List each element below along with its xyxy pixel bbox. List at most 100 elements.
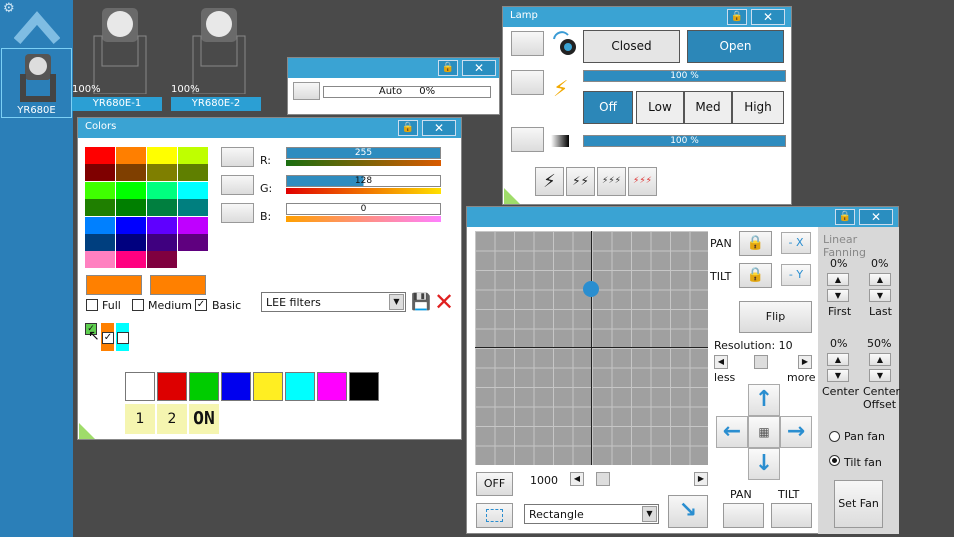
lock-icon[interactable]: 🔒 — [398, 120, 418, 136]
preset-1[interactable]: 1 — [125, 404, 155, 434]
strobe-high-button[interactable]: High — [732, 91, 784, 124]
shutter-button[interactable] — [511, 127, 544, 152]
palette-swatch[interactable] — [116, 181, 146, 199]
green-slider[interactable]: 128 — [286, 175, 441, 187]
close-icon[interactable]: ✕ — [859, 209, 893, 225]
pan-bottom-button[interactable] — [723, 503, 764, 528]
full-checkbox[interactable] — [86, 299, 98, 311]
close-icon[interactable]: ✕ — [422, 120, 456, 136]
color-palette[interactable] — [85, 147, 209, 269]
palette-swatch[interactable] — [116, 234, 146, 251]
pantilt-grid[interactable] — [475, 231, 708, 465]
quick-color-swatch[interactable] — [285, 372, 315, 401]
shape-dropdown[interactable]: Rectangle ▼ — [524, 504, 659, 524]
tilt-bottom-button[interactable] — [771, 503, 812, 528]
quick-color-swatch[interactable] — [349, 372, 379, 401]
shutter-slider[interactable]: 100 % — [583, 135, 786, 147]
pan-lock-icon[interactable]: 🔒 — [739, 231, 772, 256]
strobe-random-icon[interactable]: ⚡⚡⚡ — [628, 167, 657, 196]
arrow-right-icon[interactable]: → — [780, 416, 812, 448]
arrow-down-icon[interactable]: ↓ — [748, 448, 780, 480]
quick-color-swatch[interactable] — [317, 372, 347, 401]
fixture-1-label[interactable]: YR680E-1 — [72, 97, 162, 111]
medium-checkbox[interactable] — [132, 299, 144, 311]
palette-swatch[interactable] — [85, 147, 115, 164]
resolution-thumb[interactable] — [754, 355, 768, 369]
chevron-right-icon[interactable]: ▶ — [694, 472, 708, 486]
lock-icon[interactable]: 🔒 — [438, 60, 458, 76]
palette-swatch[interactable] — [116, 199, 146, 217]
palette-swatch[interactable] — [147, 164, 177, 182]
lamp-power-button[interactable] — [511, 31, 544, 56]
palette-swatch[interactable] — [116, 164, 146, 182]
palette-swatch[interactable] — [85, 199, 115, 217]
palette-swatch[interactable] — [85, 164, 115, 182]
minus-y-button[interactable]: - Y — [781, 264, 811, 286]
minus-x-button[interactable]: - X — [781, 232, 811, 254]
strobe-med-button[interactable]: Med — [684, 91, 732, 124]
strobe-low-button[interactable]: Low — [636, 91, 684, 124]
flip-button[interactable]: Flip — [739, 301, 812, 333]
chevron-down-icon[interactable]: ▼ — [642, 506, 657, 522]
palette-swatch[interactable] — [116, 147, 146, 164]
selected-fixture[interactable]: YR680E — [1, 48, 72, 118]
palette-swatch[interactable] — [147, 251, 177, 269]
quick-color-swatch[interactable] — [125, 372, 155, 401]
green-button[interactable] — [221, 175, 254, 195]
strobe-1-icon[interactable]: ⚡ — [535, 167, 564, 196]
off-button[interactable]: OFF — [476, 472, 513, 496]
quick-colors[interactable] — [125, 372, 381, 402]
palette-swatch[interactable] — [85, 234, 115, 251]
resolution-slider[interactable]: ◀ ▶ — [714, 355, 812, 369]
arrow-up-icon[interactable]: ↑ — [748, 384, 780, 416]
chevron-right-icon[interactable]: ▶ — [798, 355, 812, 369]
auto-button[interactable] — [293, 82, 320, 100]
red-button[interactable] — [221, 147, 254, 167]
blue-slider[interactable]: 0 — [286, 203, 441, 215]
palette-swatch[interactable] — [116, 251, 146, 269]
strobe-off-button[interactable]: Off — [583, 91, 633, 124]
chevron-up-icon[interactable] — [13, 8, 61, 47]
preset-on[interactable]: ON — [189, 404, 219, 434]
arrow-left-icon[interactable]: ← — [716, 416, 748, 448]
resize-corner-icon[interactable] — [79, 423, 95, 439]
fixture-2-label[interactable]: YR680E-2 — [171, 97, 261, 111]
palette-swatch[interactable] — [147, 216, 177, 234]
last-up-icon[interactable]: ▲ — [869, 273, 891, 286]
speed-thumb[interactable] — [596, 472, 610, 486]
palette-swatch[interactable] — [85, 181, 115, 199]
close-icon[interactable]: ✕ — [751, 9, 785, 25]
lock-icon[interactable]: 🔒 — [835, 209, 855, 225]
palette-swatch[interactable] — [178, 216, 208, 234]
orange-checkbox[interactable]: ✓ — [102, 332, 114, 344]
palette-swatch[interactable] — [116, 216, 146, 234]
last-down-icon[interactable]: ▼ — [869, 289, 891, 302]
palette-swatch[interactable] — [178, 234, 208, 251]
fixture-2-icon[interactable] — [187, 6, 251, 95]
dimmer-button[interactable] — [511, 70, 544, 95]
strobe-2-icon[interactable]: ⚡⚡ — [566, 167, 595, 196]
first-down-icon[interactable]: ▼ — [827, 289, 849, 302]
palette-swatch[interactable] — [178, 147, 208, 164]
auto-slider[interactable]: Auto 0% — [323, 86, 491, 98]
palette-swatch[interactable] — [85, 251, 115, 269]
save-icon[interactable]: 💾 — [411, 292, 431, 311]
chevron-left-icon[interactable]: ◀ — [714, 355, 728, 369]
preset-2[interactable]: 2 — [157, 404, 187, 434]
red-slider[interactable]: 255 — [286, 147, 441, 159]
palette-swatch[interactable] — [147, 199, 177, 217]
target-color-swatch[interactable] — [150, 275, 206, 295]
basic-checkbox[interactable]: ✓ — [195, 299, 207, 311]
center-icon[interactable]: ▦ — [748, 416, 780, 448]
palette-swatch[interactable] — [178, 251, 208, 269]
cyan-checkbox[interactable] — [117, 332, 129, 344]
gear-icon[interactable]: ⚙ — [3, 1, 15, 16]
palette-swatch[interactable] — [85, 216, 115, 234]
pan-fan-radio[interactable] — [829, 431, 840, 442]
palette-swatch[interactable] — [147, 234, 177, 251]
quick-color-swatch[interactable] — [189, 372, 219, 401]
quick-color-swatch[interactable] — [221, 372, 251, 401]
strobe-3-icon[interactable]: ⚡⚡⚡ — [597, 167, 626, 196]
palette-swatch[interactable] — [178, 181, 208, 199]
palette-swatch[interactable] — [147, 181, 177, 199]
